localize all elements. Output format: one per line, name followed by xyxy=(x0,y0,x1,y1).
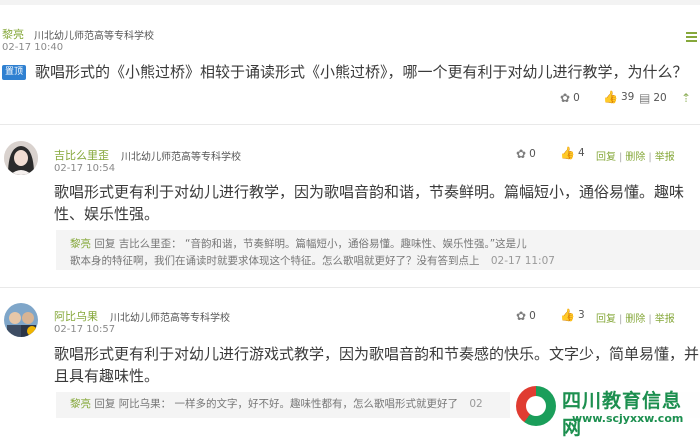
quote-box: 黎亮 回复 吉比么里歪： “音韵和谐，节奏鲜明。篇幅短小，通俗易懂。趣味性、娱乐… xyxy=(56,230,700,270)
reply-like[interactable]: 👍 4 xyxy=(560,146,585,160)
reply-flower[interactable]: ✿ 0 xyxy=(516,147,536,161)
quote-text-line2: 歌本身的特征啊，我们在诵读时就要求体现这个特征。怎么歌唱就更好了？没有答到点上 xyxy=(70,255,480,267)
reply-button[interactable]: 回复 xyxy=(596,152,616,163)
reply-like-count: 3 xyxy=(577,309,585,321)
flower-icon: ✿ xyxy=(516,309,527,323)
quote-target[interactable]: 吉比么里歪： xyxy=(119,238,182,250)
quote-time: 02-17 11:07 xyxy=(490,255,555,267)
flower-icon: ✿ xyxy=(516,147,527,161)
reply-actions: 回复 | 删除 | 举报 xyxy=(596,314,675,325)
watermark: 四川教育信息网 www.scjyxxw.com xyxy=(510,380,700,439)
quote-text-line1: “音韵和谐，节奏鲜明。篇幅短小，通俗易懂。趣味性、娱乐性强。”这是儿 xyxy=(185,238,527,250)
quote-time: 02 xyxy=(469,398,483,410)
quote-content: 黎亮 回复 吉比么里歪： “音韵和谐，节奏鲜明。篇幅短小，通俗易懂。趣味性、娱乐… xyxy=(70,236,555,270)
watermark-logo-icon xyxy=(516,386,556,426)
reply-author[interactable]: 吉比么里歪 xyxy=(54,147,109,163)
quote-author[interactable]: 黎亮 xyxy=(70,238,91,250)
watermark-url: www.scjyxxw.com xyxy=(572,412,684,425)
reply-text-line1: 歌唱形式更有利于对幼儿进行教学，因为歌唱音韵和谐，节奏鲜明。篇幅短小，通俗易懂。… xyxy=(54,183,685,201)
quote-content: 黎亮 回复 阿比乌果： 一样多的文字，好不好。趣味性都有，怎么歌唱形式就更好了 … xyxy=(70,396,483,413)
reply-text-line1: 歌唱形式更有利于对幼儿进行游戏式教学，因为歌唱音韵和节奏感的快乐。文字少，简单易… xyxy=(54,345,700,363)
post-like[interactable]: 👍 39 xyxy=(603,90,634,104)
reply-school: 川北幼儿师范高等专科学校 xyxy=(110,313,230,324)
reply-time: 02-17 10:54 xyxy=(54,163,116,174)
avatar-image xyxy=(4,303,38,337)
quote-reply-word: 回复 xyxy=(94,398,116,410)
flower-icon: ✿ xyxy=(560,91,571,105)
post-title: 歌唱形式的《小熊过桥》相较于诵读形式《小熊过桥》，哪一个更有利于对幼儿进行教学，… xyxy=(35,63,688,81)
divider xyxy=(0,287,700,288)
menu-icon[interactable] xyxy=(686,32,697,44)
reply-text-line2: 性、娱乐性强。 xyxy=(54,205,160,223)
reply-text-line2: 且具有趣味性。 xyxy=(54,367,160,385)
report-button[interactable]: 举报 xyxy=(655,152,675,163)
thumbs-up-icon: 👍 xyxy=(560,146,575,160)
post-comment[interactable]: ▤ 20 xyxy=(639,91,667,105)
delete-button[interactable]: 删除 xyxy=(625,314,645,325)
divider xyxy=(0,124,700,125)
reply-time: 02-17 10:57 xyxy=(54,324,116,335)
reply-button[interactable]: 回复 xyxy=(596,314,616,325)
reply-actions: 回复 | 删除 | 举报 xyxy=(596,152,675,163)
avatar[interactable] xyxy=(4,303,38,337)
reply-flower-count: 0 xyxy=(529,148,536,160)
reply-like[interactable]: 👍 3 xyxy=(560,308,585,322)
post-flower[interactable]: ✿ 0 xyxy=(560,91,580,105)
quote-target[interactable]: 阿比乌果： xyxy=(119,398,172,410)
reply-flower[interactable]: ✿ 0 xyxy=(516,309,536,323)
delete-button[interactable]: 删除 xyxy=(625,152,645,163)
reply-like-count: 4 xyxy=(577,147,585,159)
top-border xyxy=(0,0,700,5)
post-like-count: 39 xyxy=(620,91,635,103)
thumbs-up-icon: 👍 xyxy=(560,308,575,322)
post-time: 02-17 10:40 xyxy=(2,42,64,53)
quote-reply-word: 回复 xyxy=(94,238,116,250)
post-flower-count: 0 xyxy=(573,92,580,104)
avatar[interactable] xyxy=(4,141,38,175)
pin-badge: 置顶 xyxy=(2,65,26,80)
post-author[interactable]: 黎亮 xyxy=(2,26,24,42)
scroll-top-icon[interactable]: ⇡ xyxy=(681,91,691,105)
avatar-image xyxy=(4,141,38,175)
reply-school: 川北幼儿师范高等专科学校 xyxy=(121,152,241,163)
comment-icon: ▤ xyxy=(639,91,651,105)
report-button[interactable]: 举报 xyxy=(655,314,675,325)
reply-flower-count: 0 xyxy=(529,310,536,322)
post-school: 川北幼儿师范高等专科学校 xyxy=(34,31,154,42)
quote-text-line1: 一样多的文字，好不好。趣味性都有，怎么歌唱形式就更好了 xyxy=(174,398,459,410)
reply-author[interactable]: 阿比乌果 xyxy=(54,308,98,324)
post-comment-count: 20 xyxy=(653,92,667,104)
thumbs-up-icon: 👍 xyxy=(603,90,618,104)
quote-author[interactable]: 黎亮 xyxy=(70,398,91,410)
